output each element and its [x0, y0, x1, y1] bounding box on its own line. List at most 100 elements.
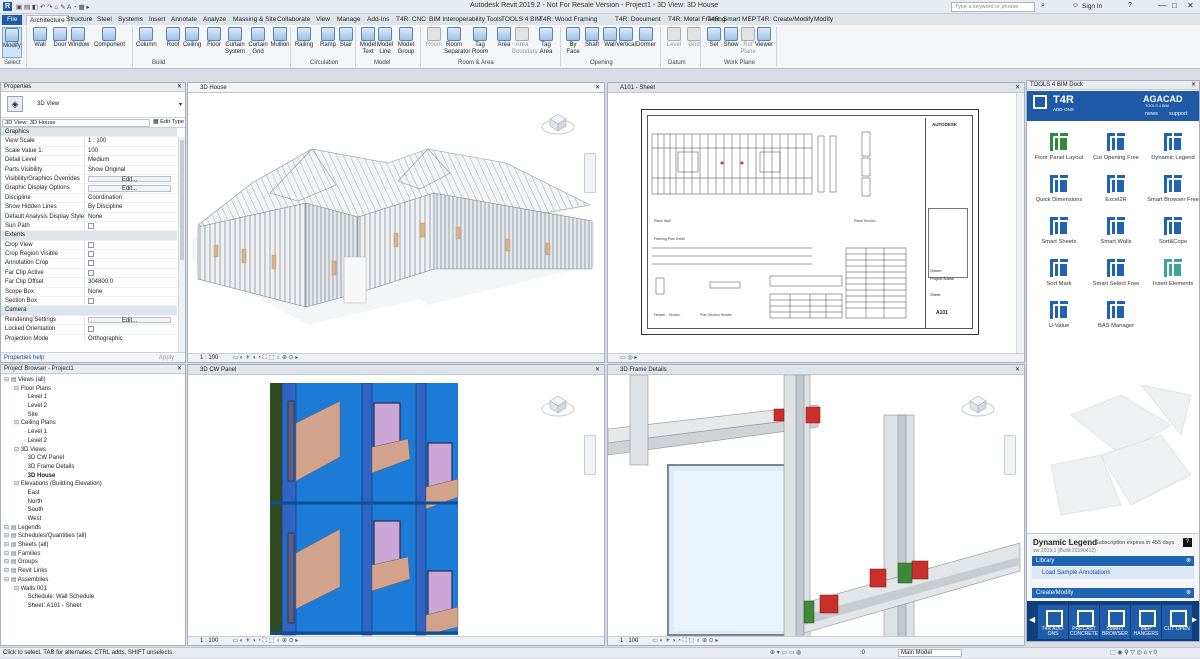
property-value[interactable]: Coordination — [85, 194, 177, 202]
property-row[interactable]: Section Box — [1, 297, 177, 307]
tab-t4r-wood-framing[interactable]: T4R: Wood Framing — [539, 15, 597, 25]
tree-expand-icon[interactable]: ⊟ — [14, 420, 21, 426]
sign-in-link[interactable]: Sign In — [1082, 3, 1102, 10]
ribbon-button-curtain-grid[interactable]: Curtain Grid — [248, 27, 268, 56]
tab-structure[interactable]: Structure — [66, 15, 92, 25]
property-row[interactable]: Crop Region Visible — [1, 250, 177, 260]
panel-label-work-plane[interactable]: Work Plane — [724, 60, 755, 66]
property-row[interactable]: Discipline Coordination — [1, 193, 177, 204]
create-modify-section[interactable]: Create/Modify ⊗ — [1032, 588, 1194, 598]
browser-item[interactable]: ⊟ ▤ Sheets (all) — [4, 541, 185, 550]
property-row[interactable]: Visibility/Graphics Overrides Edit... — [1, 174, 177, 185]
browser-item[interactable]: ⊟ ▤ Groups — [4, 558, 185, 567]
tree-expand-icon[interactable]: ⊟ ▤ — [4, 542, 18, 548]
property-row[interactable]: Default Analysis Display Style None — [1, 212, 177, 222]
panel-label-circulation[interactable]: Circulation — [310, 60, 338, 66]
dock-tile-mep-hangers[interactable]: MEP HANGERS — [1131, 605, 1161, 639]
load-sample-button[interactable]: Load Sample Annotations — [1032, 567, 1194, 579]
tree-expand-icon[interactable]: ⊟ — [14, 447, 21, 453]
property-row[interactable]: Scale Value 1: 100 — [1, 146, 177, 157]
dock-tool-bas-manager[interactable]: BAS Manager — [1088, 301, 1144, 329]
tree-expand-icon[interactable]: ⊟ ▤ — [4, 559, 18, 565]
edit-button[interactable]: Edit... — [88, 185, 171, 192]
property-row[interactable]: View Scale 1 : 100 — [1, 137, 177, 147]
property-value[interactable]: None — [85, 288, 177, 296]
tab-bim-interoperability-tools[interactable]: BIM Interoperability Tools — [429, 15, 502, 25]
minimize-icon[interactable]: — — [1158, 1, 1166, 10]
tab-file[interactable]: File — [2, 15, 23, 25]
help-icon[interactable]: ? — [1128, 2, 1132, 9]
ribbon-button-area[interactable]: Area — [494, 27, 514, 49]
browser-item[interactable]: · East — [4, 489, 185, 498]
view-3d-cw-panel[interactable]: 3D CW Panel ✕ 1 : 100 ▭ ◐ ☀ ◑ ◔ ⛶ ⬚ ♁ ⊕ ⊙ … — [187, 364, 605, 646]
news-link[interactable]: news — [1145, 111, 1158, 117]
ribbon-button-stair[interactable]: Stair — [336, 27, 356, 49]
property-row[interactable]: Far Clip Offset 304800.0 — [1, 278, 177, 288]
view-scale[interactable]: 1 : 100 — [200, 638, 218, 644]
browser-item[interactable]: ⊟ Walls 001 — [4, 585, 185, 594]
edit-type-button[interactable]: ▦ Edit Type — [153, 119, 184, 125]
browser-item[interactable]: · Level 2 — [4, 437, 185, 446]
dock-tile-smart-browser[interactable]: SMART BROWSER — [1100, 605, 1130, 639]
property-row[interactable]: Far Clip Active — [1, 268, 177, 279]
panel-label-opening[interactable]: Opening — [590, 60, 613, 66]
view-sheet-a101[interactable]: A101 - Sheet ✕ Plane Wall Framing Plan D… — [607, 82, 1025, 363]
tree-expand-icon[interactable]: ⊟ ▤ — [4, 377, 18, 383]
property-value[interactable]: Orthographic — [85, 335, 177, 342]
navigation-bar[interactable] — [584, 435, 596, 475]
tab-insert[interactable]: Insert — [149, 15, 165, 25]
browser-item[interactable]: ⊟ ▤ Revit Links — [4, 567, 185, 576]
dock-tile-cut-open[interactable]: CUT OPEN — [1162, 605, 1192, 639]
view-tab-3d-house[interactable]: 3D House ✕ — [188, 83, 604, 93]
property-row[interactable]: Detail Level Medium — [1, 156, 177, 166]
close-icon[interactable]: ✕ — [1187, 1, 1194, 10]
ribbon-button-ceiling[interactable]: Ceiling — [182, 27, 202, 49]
edit-button[interactable]: Edit... — [88, 316, 171, 324]
property-row[interactable]: Parts Visibility Show Original — [1, 165, 177, 175]
tree-expand-icon[interactable]: ⊟ ▤ — [4, 551, 18, 557]
ribbon-button-curtain-system[interactable]: Curtain System — [225, 27, 245, 56]
collapse-icon[interactable]: ⊗ — [1186, 588, 1191, 598]
checkbox[interactable] — [88, 298, 94, 305]
view-tab-frame-details[interactable]: 3D Frame Details ✕ — [608, 365, 1024, 375]
maximize-icon[interactable]: □ — [1172, 1, 1177, 10]
ribbon-button-component[interactable]: Component — [94, 27, 125, 49]
ribbon-button-column[interactable]: Column — [136, 27, 157, 49]
tab-steel[interactable]: Steel — [97, 15, 112, 25]
ribbon-button-shaft[interactable]: Shaft — [582, 27, 602, 49]
ribbon-button-model-line[interactable]: Model Line — [375, 27, 395, 56]
tree-expand-icon[interactable]: ⊟ ▤ — [4, 577, 18, 583]
property-row[interactable]: Locked Orientation — [1, 325, 177, 335]
tab-architecture[interactable]: Architecture — [26, 15, 69, 25]
ribbon-button-ramp[interactable]: Ramp — [318, 27, 338, 49]
viewcube[interactable] — [540, 389, 576, 419]
view-control-icons[interactable]: ▭ ◐ ☀ ◑ ◔ ⛶ ⬚ ♁ ⊕ ⊙ ▸ — [652, 638, 718, 644]
browser-item[interactable]: · West — [4, 515, 185, 524]
browser-item[interactable]: ⊟ ▤ Families — [4, 550, 185, 559]
view-tab-sheet[interactable]: A101 - Sheet ✕ — [608, 83, 1024, 93]
dock-tool-cut-opening-free[interactable]: Cut Opening Free — [1088, 133, 1144, 161]
view-tab-cw-panel[interactable]: 3D CW Panel ✕ — [188, 365, 604, 375]
ribbon-button-wall[interactable]: Wall — [30, 27, 50, 49]
properties-help-link[interactable]: Properties help — [4, 355, 44, 361]
user-icon[interactable]: ☺ — [1072, 2, 1079, 9]
checkbox[interactable] — [88, 260, 94, 267]
ribbon-button-modify[interactable]: Modify — [2, 27, 22, 58]
panel-label-model[interactable]: Model — [374, 60, 390, 66]
tab-add-ins[interactable]: Add-Ins — [367, 15, 389, 25]
view-scale[interactable]: 1 : 100 — [200, 355, 218, 361]
property-value[interactable]: Medium — [85, 156, 177, 164]
tree-expand-icon[interactable]: ⊟ ▤ — [4, 525, 18, 531]
tab-t4r-create-modify[interactable]: T4R: Create/Modify — [757, 15, 813, 25]
browser-item[interactable]: · Level 2 — [4, 402, 185, 411]
ribbon-button-railing[interactable]: Railing — [294, 27, 314, 49]
property-value[interactable]: 100 — [85, 147, 177, 155]
instance-selector[interactable]: 3D View: 3D House — [2, 119, 150, 127]
library-section[interactable]: Library ⊗ — [1032, 556, 1194, 566]
browser-item[interactable]: ⊟ 3D Views — [4, 446, 185, 455]
tab-collaborate[interactable]: Collaborate — [277, 15, 310, 25]
sheet-paper[interactable]: Plane Wall Framing Plan Detail Plane Sect… — [641, 109, 979, 335]
view-3d-frame-details[interactable]: 3D Frame Details ✕ 1 : 100 ▭ ◐ ☀ ◑ ◔ ⛶ ⬚ ♁… — [607, 364, 1025, 646]
ribbon-button-roof[interactable]: Roof — [163, 27, 183, 49]
checkbox[interactable] — [88, 222, 94, 229]
